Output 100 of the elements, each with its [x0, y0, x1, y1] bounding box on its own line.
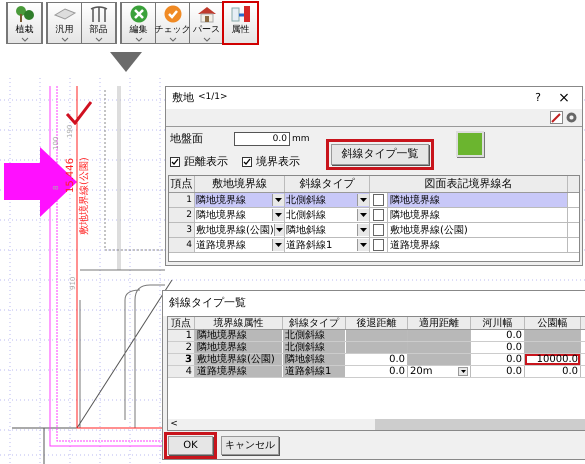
dropdown-button[interactable] — [272, 239, 284, 251]
help-button[interactable]: ? — [528, 90, 548, 106]
checkbox[interactable] — [373, 239, 384, 251]
table-cell[interactable]: 北側斜線 — [285, 208, 357, 222]
dropdown-arrow-icon — [275, 243, 282, 247]
column-header: 頂点 — [169, 176, 195, 192]
toolbar-button[interactable]: チェック — [156, 3, 189, 43]
dropdown-button[interactable] — [357, 209, 369, 221]
dropdown-button[interactable] — [357, 194, 369, 206]
toolbar-button[interactable]: 属性 — [224, 3, 257, 43]
unit-label: mm — [292, 132, 310, 146]
door-wall-icon — [230, 5, 252, 23]
table-row[interactable]: 4 道路境界線 道路斜線1 道路境界線 — [169, 238, 579, 253]
checkbox[interactable] — [373, 194, 384, 206]
field-label: 地盤面 — [170, 131, 204, 147]
checkbox-label: 距離表示 — [184, 154, 228, 170]
dropdown-arrow-icon — [275, 198, 282, 202]
table-cell[interactable]: 10000.0 — [525, 354, 581, 365]
checkbox[interactable] — [242, 156, 252, 167]
dropdown-arrow-icon — [360, 198, 367, 202]
table-cell: 隣地斜線 — [283, 354, 346, 365]
vertex-cell: 3 — [168, 354, 195, 365]
dropdown-arrow-icon — [460, 370, 466, 373]
slope-type-list-button[interactable]: 斜線タイプ一覧 — [331, 144, 429, 165]
page-indicator: <1/1> — [198, 91, 228, 104]
dropdown-button[interactable] — [272, 194, 284, 206]
length-label: 15.446 — [63, 157, 75, 195]
tree-icon — [14, 5, 36, 23]
vertex-cell: 4 — [169, 238, 195, 252]
toolbar-button[interactable]: 編集 — [122, 3, 155, 43]
chevron-icon — [202, 37, 210, 42]
table-row[interactable]: 2 隣地境界線 北側斜線 隣地境界線 — [169, 208, 579, 223]
dropdown-arrow-icon — [276, 228, 283, 232]
settings-icon[interactable] — [565, 111, 578, 124]
table-row[interactable]: 3 敷地境界線(公園) 隣地斜線 敷地境界線(公園) — [169, 223, 579, 238]
ground-level-field[interactable]: 0.0 — [234, 132, 290, 146]
checkbox[interactable] — [170, 156, 180, 167]
vertex-cell: 2 — [168, 342, 195, 353]
vertex-cell: 4 — [168, 366, 195, 377]
column-header: 河川幅 — [471, 317, 525, 329]
column-header: 敷地境界線 — [195, 176, 285, 192]
dropdown-button[interactable] — [357, 224, 369, 236]
column-header: 斜線タイプ — [283, 317, 346, 329]
column-header: 公園幅 — [525, 317, 581, 329]
vertex-cell: 1 — [168, 330, 195, 341]
scroll-left-button[interactable]: < — [168, 419, 180, 430]
vertex-cell: 2 — [169, 208, 195, 222]
table-cell: 道路斜線1 — [283, 366, 346, 377]
table-cell: 敷地境界線(公園) — [195, 354, 283, 365]
chevron-icon — [60, 37, 68, 42]
vertex-cell: 1 — [169, 193, 195, 207]
boundary-label: 敷地境界線(公園) — [76, 154, 89, 236]
table-cell: 隣地境界線 — [195, 342, 283, 353]
dialog-button[interactable]: キャンセル — [221, 436, 279, 454]
checkbox[interactable] — [373, 209, 384, 221]
table-cell: 北側斜線 — [283, 330, 346, 341]
house-icon — [196, 5, 218, 23]
chevron-icon — [94, 37, 102, 42]
toolbar-button[interactable]: パース — [190, 3, 223, 43]
pen-icon[interactable] — [550, 111, 563, 124]
table-cell: 北側斜線 — [283, 342, 346, 353]
column-header: 適用距離 — [408, 317, 471, 329]
dropdown-arrow-icon — [275, 213, 282, 217]
dropdown-button[interactable] — [272, 209, 284, 221]
down-triangle-icon — [110, 52, 142, 72]
dropdown-button[interactable] — [274, 224, 284, 236]
table-cell[interactable]: 隣地境界線 — [388, 193, 568, 207]
dialog-title: 敷地 — [172, 90, 194, 106]
table-cell[interactable]: 隣地境界線 — [388, 208, 568, 222]
check-circle-icon — [164, 5, 182, 23]
table-cell[interactable]: 20m — [408, 366, 471, 377]
toolbar-button[interactable]: 部品 — [82, 3, 115, 43]
chevron-icon — [134, 37, 142, 42]
dialog-title: 斜線タイプ一覧 — [169, 295, 246, 312]
table-row[interactable]: 1 隣地境界線 北側斜線 隣地境界線 — [169, 193, 579, 208]
table-cell[interactable]: 敷地境界線(公園) — [388, 223, 568, 237]
column-header: 後退距離 — [346, 317, 408, 329]
table-cell: 隣地境界線 — [195, 330, 283, 341]
checkbox-label: 境界表示 — [256, 154, 300, 170]
dialog-button[interactable]: OK — [168, 436, 213, 454]
column-header: 斜線タイプ — [285, 176, 370, 192]
toolbar-button[interactable]: 汎用 — [48, 3, 81, 43]
toolbar-button[interactable]: 植栽 — [8, 3, 41, 43]
texture-swatch[interactable] — [456, 131, 484, 157]
chevron-icon — [168, 37, 176, 42]
table-cell: 道路境界線 — [195, 366, 283, 377]
dropdown-button[interactable] — [357, 239, 369, 251]
table-cell[interactable]: 道路境界線 — [388, 238, 568, 252]
dropdown-arrow-icon — [360, 243, 367, 247]
dropdown-arrow-icon — [360, 213, 367, 217]
horizontal-scrollbar[interactable]: < — [168, 419, 585, 430]
column-header: 図面表記境界線名 — [370, 176, 568, 192]
column-header: 境界線属性 — [195, 317, 283, 329]
vertex-cell: 3 — [169, 223, 195, 237]
checkbox[interactable] — [373, 224, 384, 236]
dropdown-arrow-icon — [360, 228, 367, 232]
column-header: 頂点 — [168, 317, 195, 329]
chevron-icon — [20, 37, 28, 42]
close-button[interactable]: × — [552, 88, 576, 108]
check-mark-icon — [66, 101, 92, 125]
